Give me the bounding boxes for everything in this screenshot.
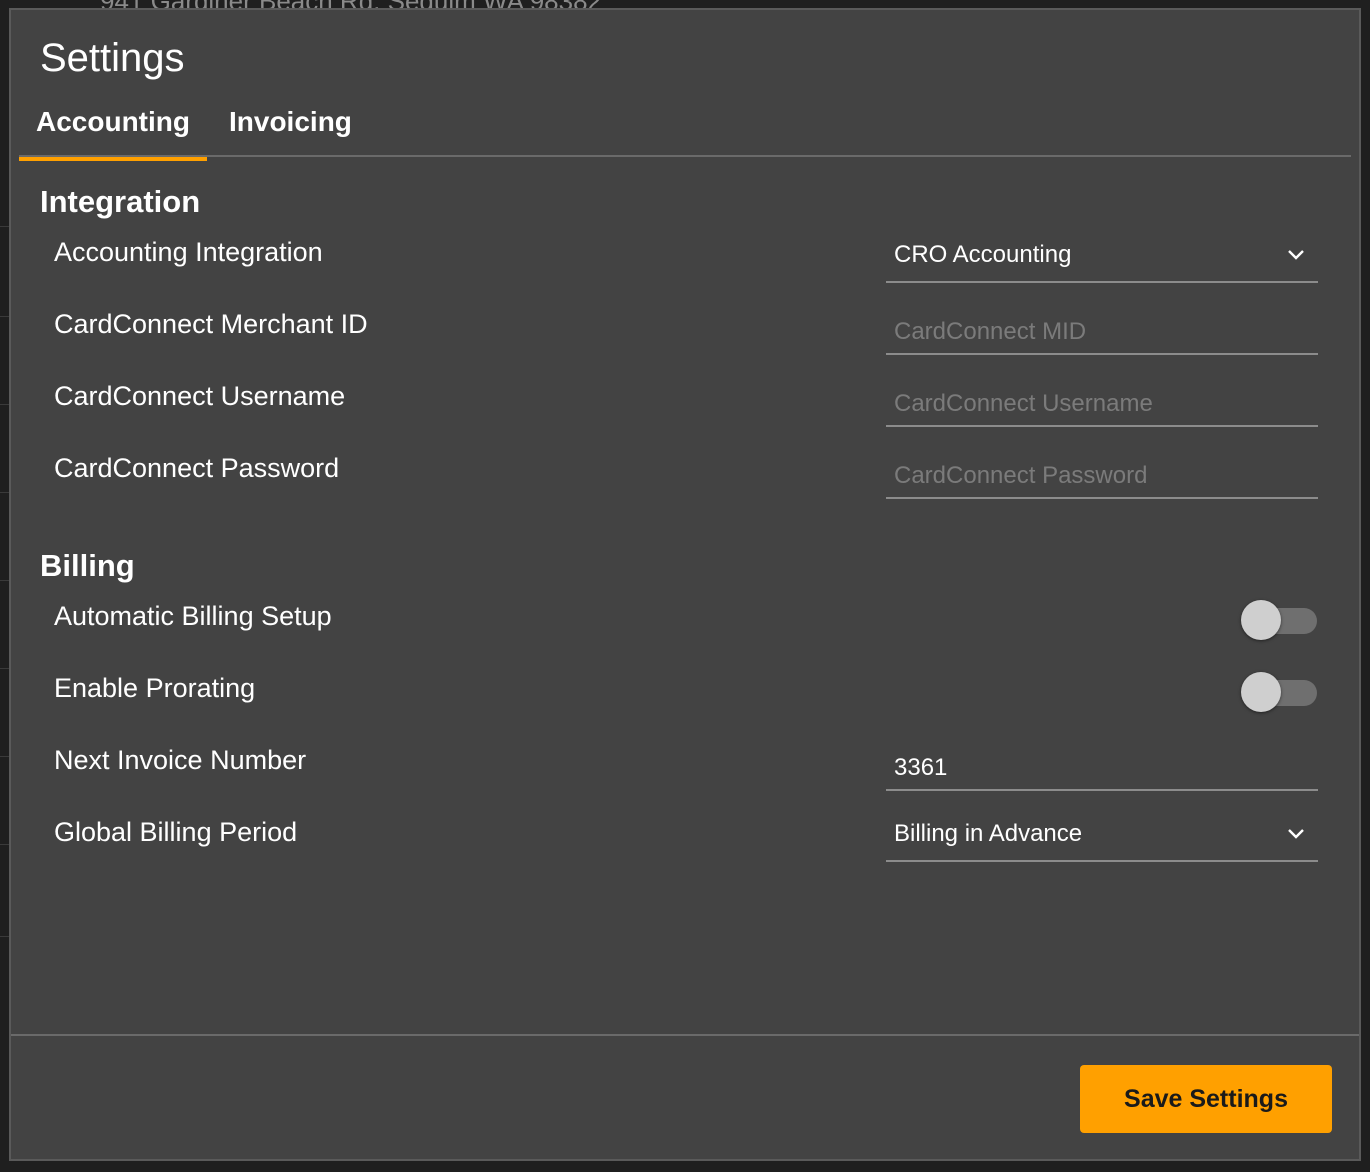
next-invoice-field-wrapper	[886, 747, 1318, 791]
merchant-id-input[interactable]	[886, 311, 1318, 353]
chevron-down-icon	[1288, 250, 1304, 260]
billing-period-select[interactable]: Billing in Advance	[886, 818, 1318, 862]
accounting-integration-label: Accounting Integration	[54, 237, 323, 267]
chevron-down-icon	[1288, 829, 1304, 839]
save-settings-button[interactable]: Save Settings	[1080, 1065, 1332, 1133]
next-invoice-label: Next Invoice Number	[54, 745, 307, 775]
integration-heading: Integration	[40, 184, 201, 219]
username-label: CardConnect Username	[54, 381, 346, 411]
accounting-integration-value: CRO Accounting	[894, 241, 1072, 268]
tab-invoicing-label: Invoicing	[229, 106, 352, 137]
tab-invoicing[interactable]: Invoicing	[229, 104, 352, 156]
settings-dialog: Settings Accounting Invoicing Integratio…	[9, 8, 1361, 1161]
username-field-wrapper	[886, 383, 1318, 427]
username-input[interactable]	[886, 383, 1318, 425]
password-field-wrapper	[886, 455, 1318, 499]
password-label: CardConnect Password	[54, 453, 340, 483]
password-input[interactable]	[886, 455, 1318, 497]
accounting-integration-select[interactable]: CRO Accounting	[886, 239, 1318, 283]
prorating-label: Enable Prorating	[54, 673, 256, 703]
billing-period-value: Billing in Advance	[894, 820, 1083, 847]
automatic-billing-label: Automatic Billing Setup	[54, 601, 332, 631]
billing-period-label: Global Billing Period	[54, 817, 298, 847]
automatic-billing-toggle[interactable]	[1241, 597, 1319, 640]
tab-accounting-label: Accounting	[36, 106, 190, 137]
toggle-thumb	[1241, 672, 1281, 712]
next-invoice-input[interactable]	[886, 747, 1318, 789]
merchant-id-field-wrapper	[886, 311, 1318, 355]
prorating-toggle[interactable]	[1241, 669, 1319, 712]
toggle-thumb	[1241, 600, 1281, 640]
footer-divider	[11, 1034, 1359, 1036]
tabs-divider	[19, 155, 1351, 157]
tab-accounting[interactable]: Accounting	[19, 104, 207, 161]
merchant-id-label: CardConnect Merchant ID	[54, 309, 368, 339]
billing-heading: Billing	[40, 548, 135, 583]
tab-bar: Accounting Invoicing	[19, 104, 1351, 161]
dialog-title: Settings	[40, 36, 185, 80]
